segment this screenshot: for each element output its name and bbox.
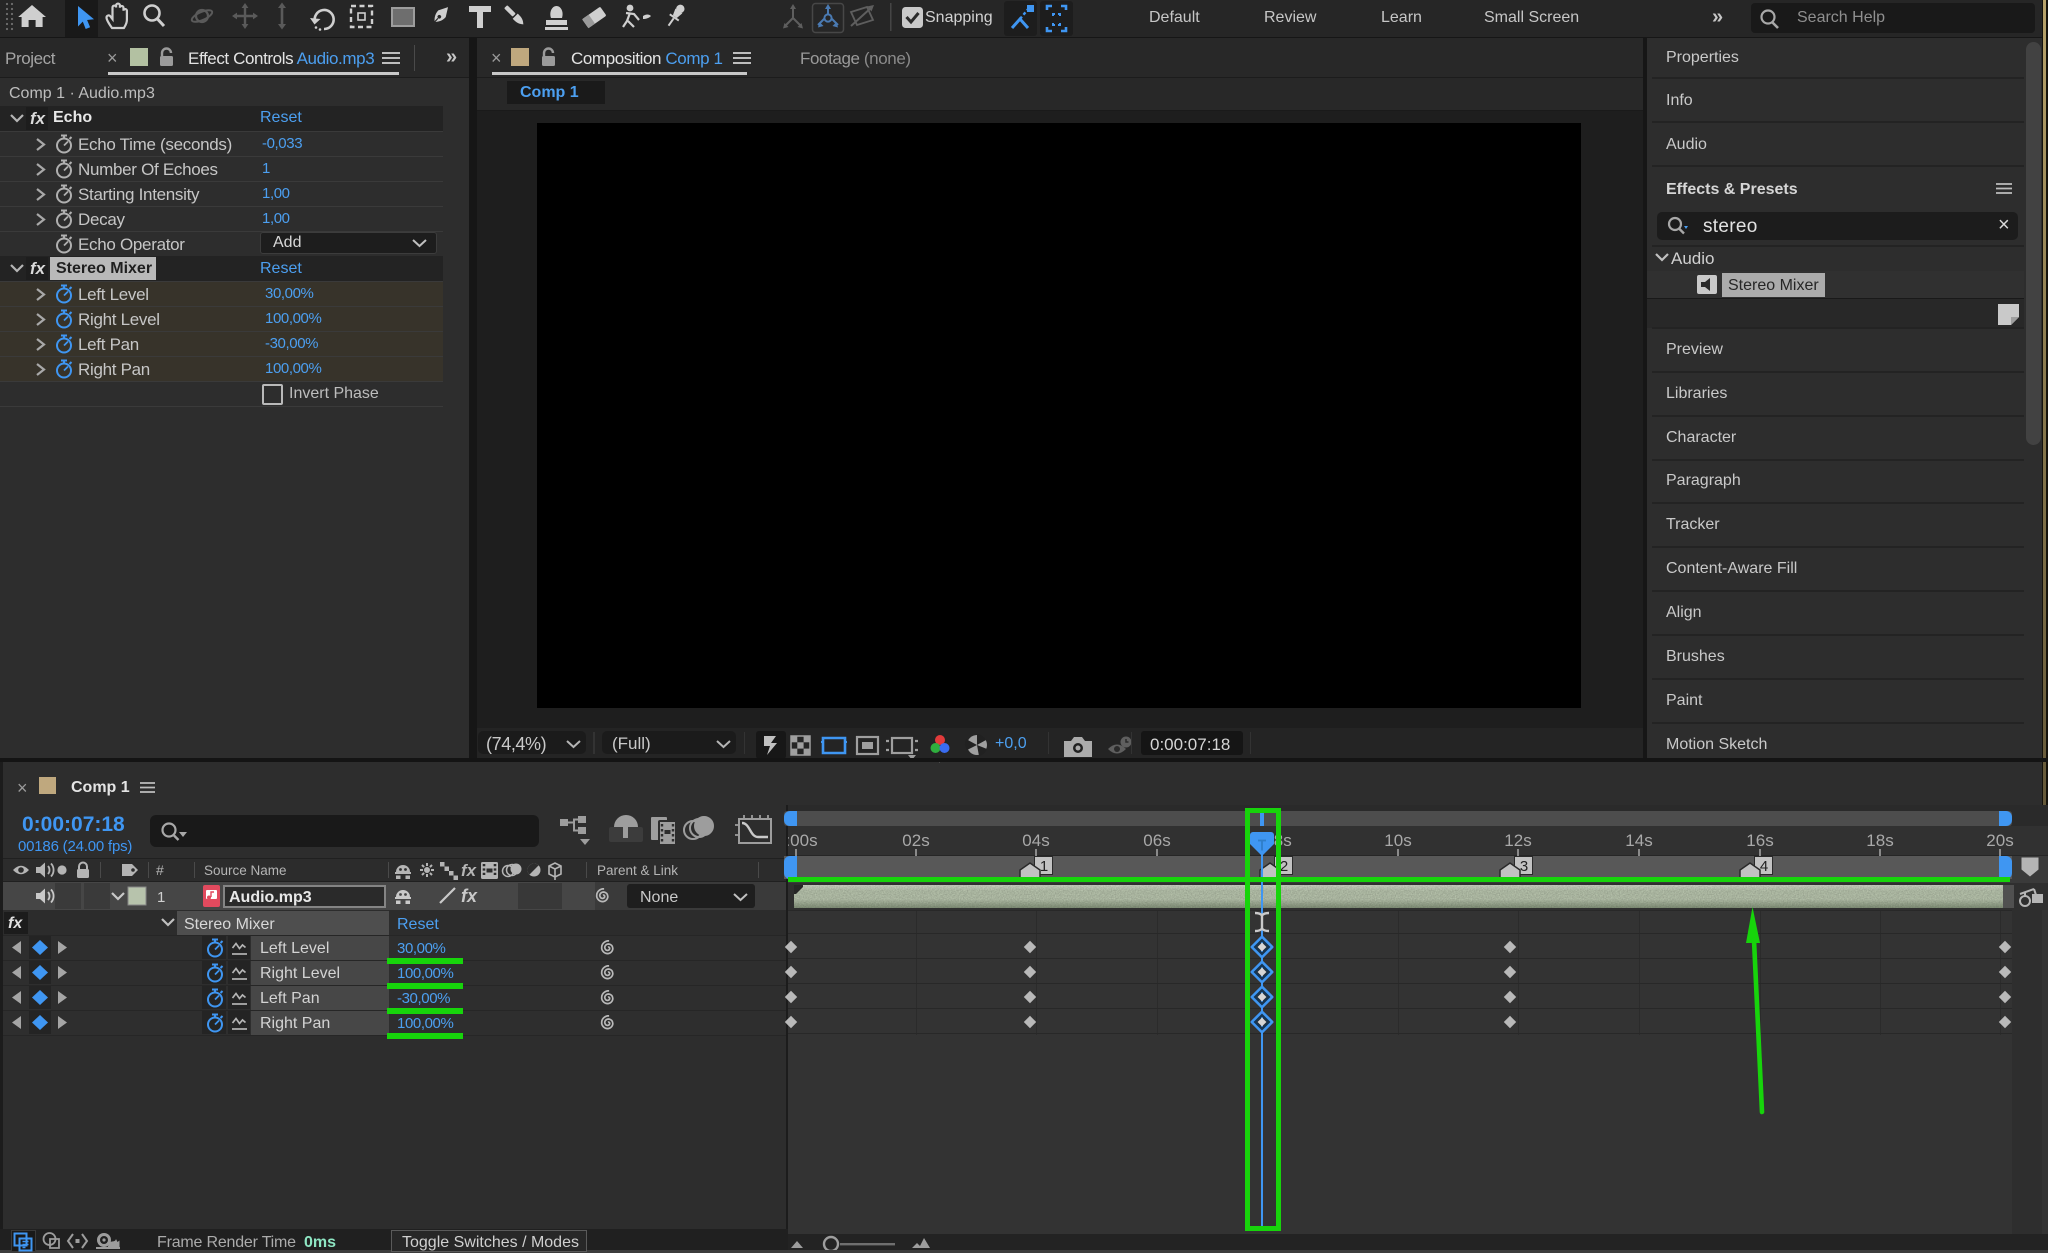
svg-text:fx: fx [461, 886, 478, 906]
svg-text:Parent & Link: Parent & Link [597, 863, 678, 878]
svg-text:Source Name: Source Name [204, 863, 287, 878]
svg-text:fx: fx [461, 861, 478, 880]
svg-text:#: # [156, 862, 164, 878]
